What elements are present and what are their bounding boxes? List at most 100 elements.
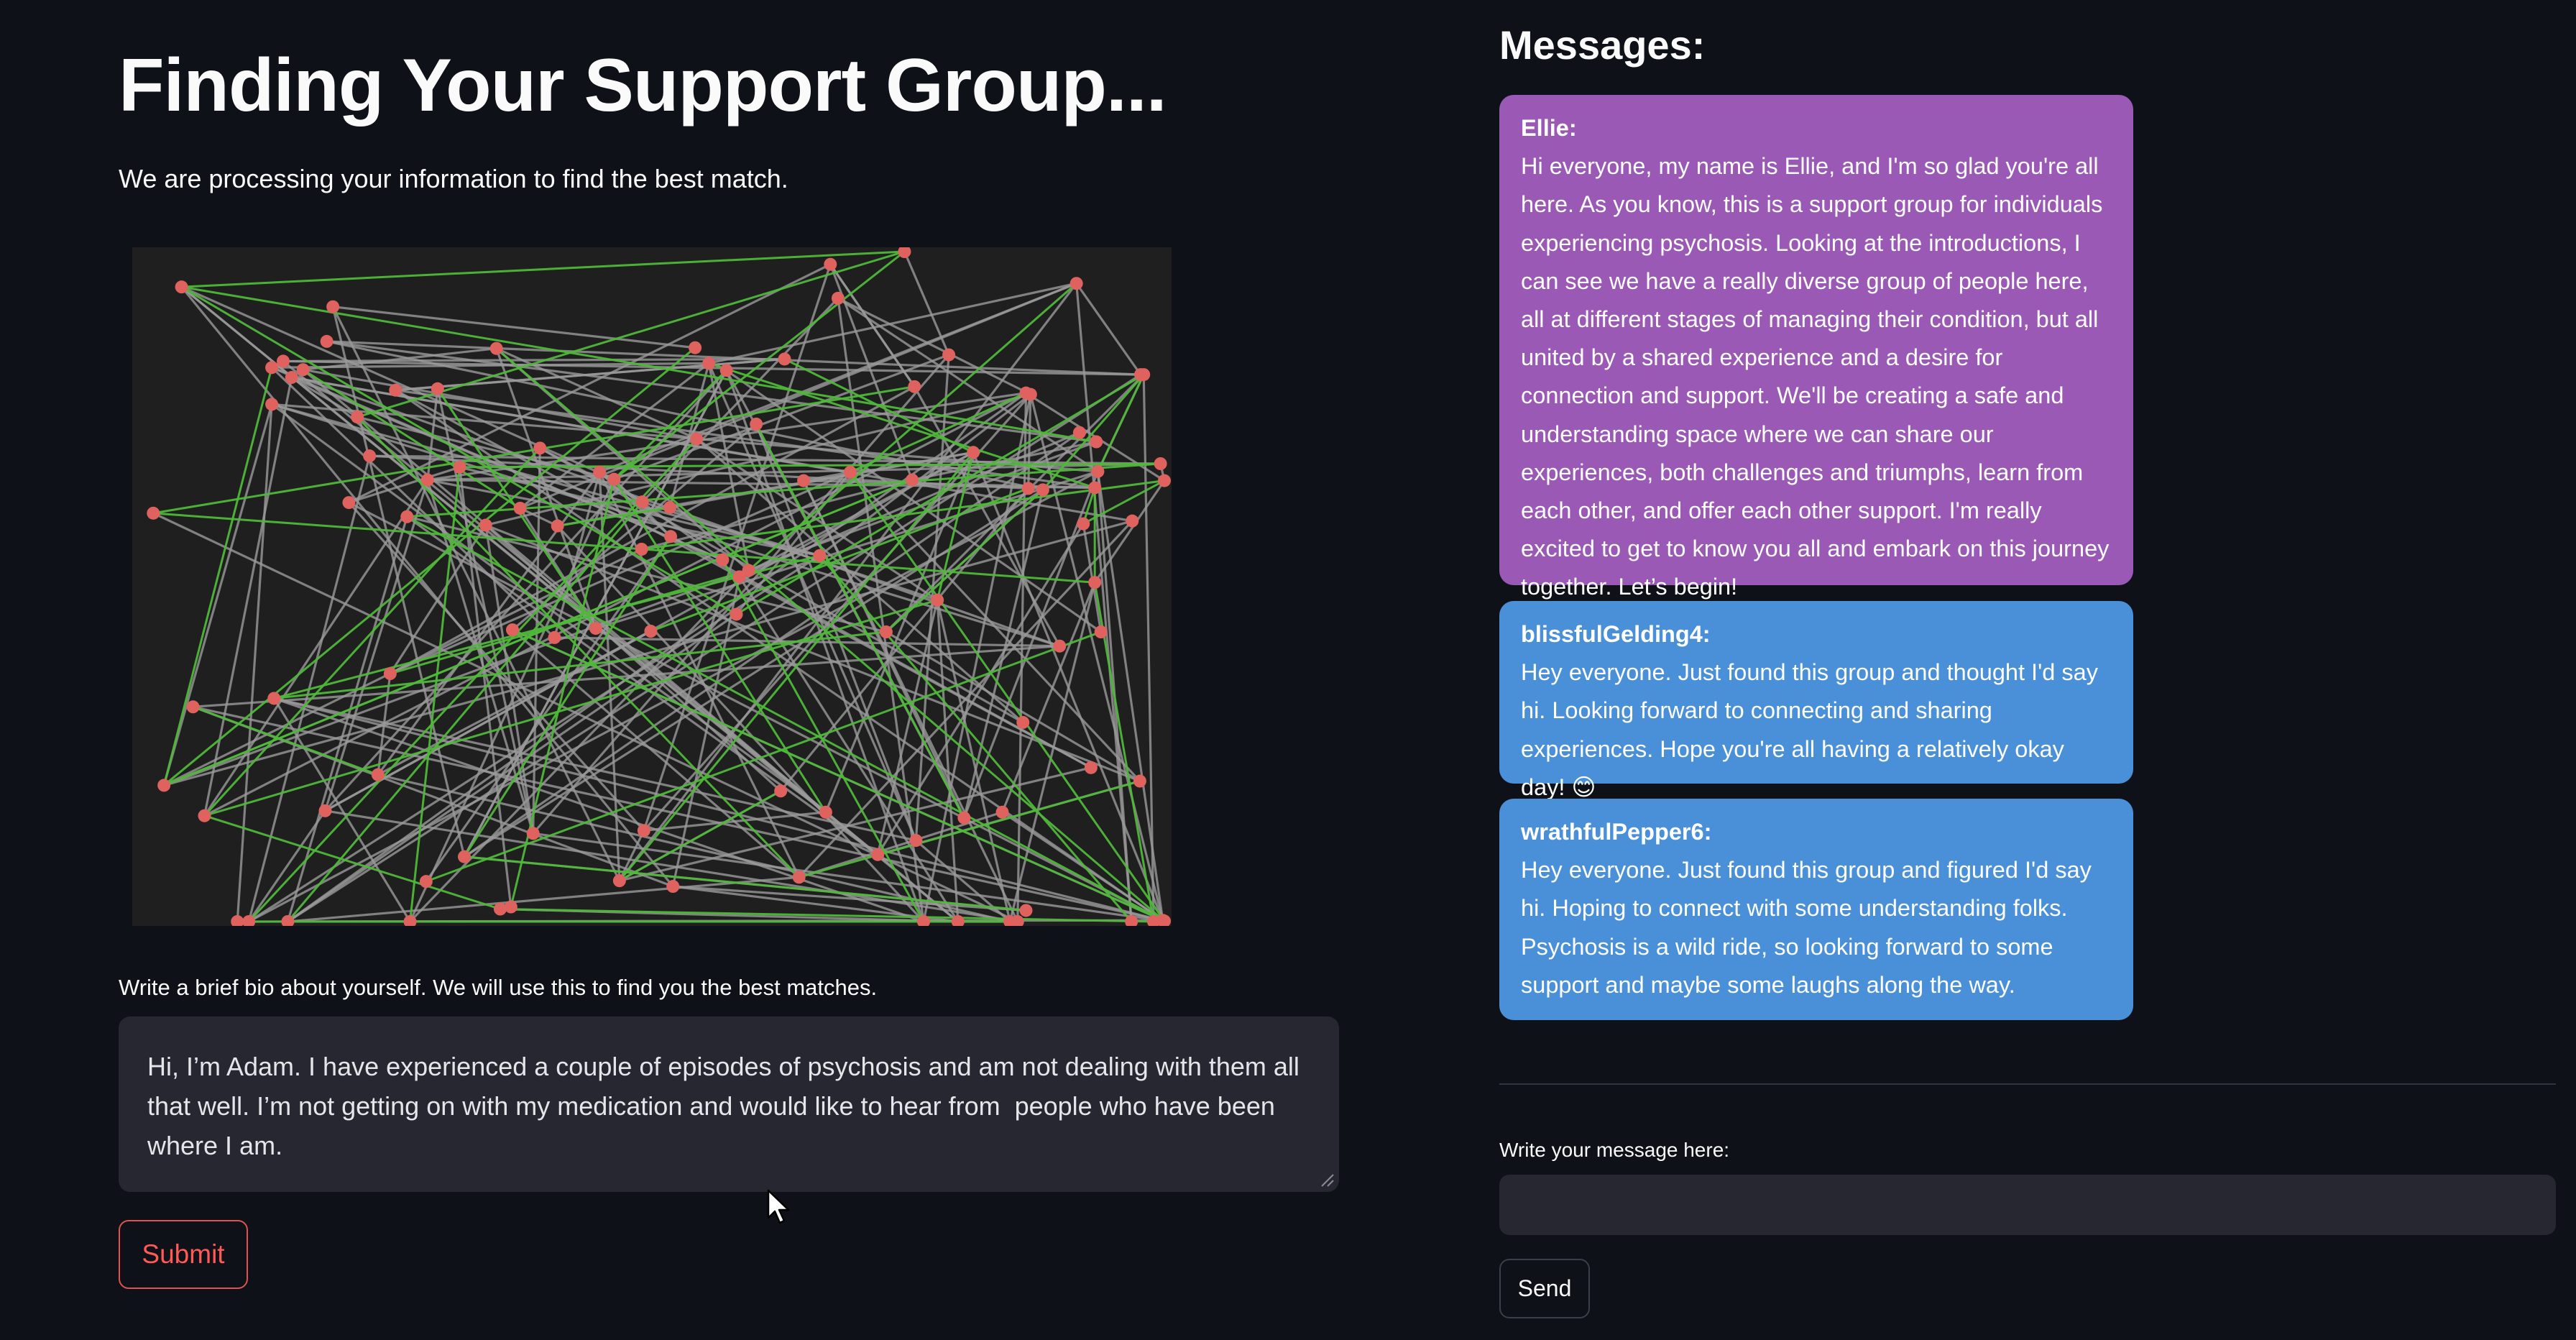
resize-handle-icon[interactable] — [1319, 1172, 1335, 1188]
graph-node — [778, 352, 791, 366]
graph-edge — [332, 306, 696, 349]
graph-node — [1090, 435, 1103, 449]
message-author: Ellie: — [1521, 115, 1577, 141]
graph-node — [1053, 639, 1067, 653]
graph-node — [750, 417, 763, 431]
message-text: Hey everyone. Just found this group and … — [1521, 857, 2092, 998]
graph-node — [1077, 517, 1090, 531]
message-author: blissfulGelding4: — [1521, 621, 1711, 647]
message-input[interactable] — [1499, 1175, 2556, 1235]
graph-node — [906, 473, 919, 487]
submit-button[interactable]: Submit — [119, 1220, 248, 1289]
graph-node — [666, 880, 680, 894]
graph-node — [489, 341, 503, 355]
graph-edge — [204, 814, 501, 910]
graph-node — [797, 474, 811, 487]
graph-node — [774, 784, 788, 798]
graph-node — [813, 549, 827, 562]
graph-node — [318, 804, 332, 817]
graph-node — [1070, 277, 1083, 290]
graph-node — [1036, 483, 1049, 497]
graph-node — [1094, 625, 1108, 639]
graph-node — [716, 553, 730, 566]
graph-edge — [152, 512, 1018, 923]
mouse-cursor-icon — [767, 1189, 790, 1224]
graph-node — [689, 341, 702, 354]
message-input-label: Write your message here: — [1499, 1139, 1730, 1161]
graph-node — [342, 496, 356, 510]
graph-node — [819, 805, 832, 819]
graph-node — [730, 607, 743, 621]
graph-edges — [152, 250, 1166, 923]
message-bubble: wrathfulPepper6: Hey everyone. Just foun… — [1499, 799, 2133, 1020]
divider — [1499, 1083, 2556, 1085]
bio-label: Write a brief bio about yourself. We wil… — [119, 975, 878, 1000]
graph-node — [871, 848, 885, 861]
graph-node — [593, 465, 607, 479]
graph-node — [320, 334, 334, 348]
graph-edge — [829, 263, 916, 387]
graph-edge — [708, 282, 1077, 364]
graph-node — [453, 460, 466, 474]
graph-node — [513, 501, 527, 515]
send-button[interactable]: Send — [1499, 1259, 1590, 1318]
graph-node — [504, 900, 518, 914]
graph-node — [533, 441, 547, 455]
graph-node — [1088, 576, 1102, 589]
graph-node — [644, 625, 658, 638]
graph-node — [742, 564, 755, 577]
graph-node — [908, 380, 921, 393]
graph-node — [1016, 715, 1030, 729]
graph-node — [548, 630, 561, 644]
graph-node — [664, 530, 678, 543]
bio-textarea[interactable]: Hi, I’m Adam. I have experienced a coupl… — [119, 1017, 1339, 1192]
graph-edge — [162, 403, 273, 786]
graph-node — [995, 805, 1009, 819]
graph-node — [296, 363, 310, 377]
graph-node — [942, 348, 956, 362]
graph-node — [267, 692, 281, 705]
graph-node — [1021, 482, 1035, 495]
graph-node — [792, 871, 806, 884]
graph-node — [431, 382, 444, 395]
graph-node — [1158, 474, 1171, 487]
message-author: wrathfulPepper6: — [1521, 819, 1712, 845]
graph-edge — [512, 628, 1165, 922]
graph-node — [843, 465, 857, 479]
page-title: Finding Your Support Group... — [119, 44, 1167, 127]
graph-node — [824, 257, 837, 271]
graph-edge — [1096, 471, 1164, 921]
graph-edge — [1075, 283, 1142, 376]
network-graph — [132, 247, 1172, 926]
graph-node — [383, 667, 397, 681]
graph-node — [277, 354, 290, 368]
graph-node — [1126, 514, 1139, 528]
graph-node — [879, 625, 893, 639]
graph-node — [957, 811, 971, 825]
graph-node — [663, 500, 677, 514]
graph-node — [389, 383, 402, 397]
graph-node — [198, 809, 211, 822]
graph-node — [1072, 426, 1086, 439]
graph-node — [635, 495, 649, 509]
graph-node — [526, 827, 540, 840]
graph-node — [175, 280, 188, 294]
graph-node — [637, 824, 650, 838]
graph-node — [186, 700, 200, 714]
graph-node — [265, 398, 279, 411]
graph-node — [505, 623, 519, 637]
graph-node — [420, 473, 434, 487]
graph-node — [1133, 774, 1146, 788]
graph-node — [363, 449, 377, 463]
graph-node — [1137, 368, 1151, 382]
graph-node — [635, 542, 648, 556]
graph-node — [690, 432, 704, 446]
page-subtitle: We are processing your information to fi… — [119, 164, 788, 193]
graph-node — [1084, 761, 1098, 774]
graph-node — [458, 850, 472, 863]
graph-node — [351, 410, 364, 424]
graph-node — [157, 779, 171, 792]
graph-node — [607, 472, 621, 486]
graph-node — [909, 834, 923, 848]
graph-edge — [903, 251, 950, 356]
